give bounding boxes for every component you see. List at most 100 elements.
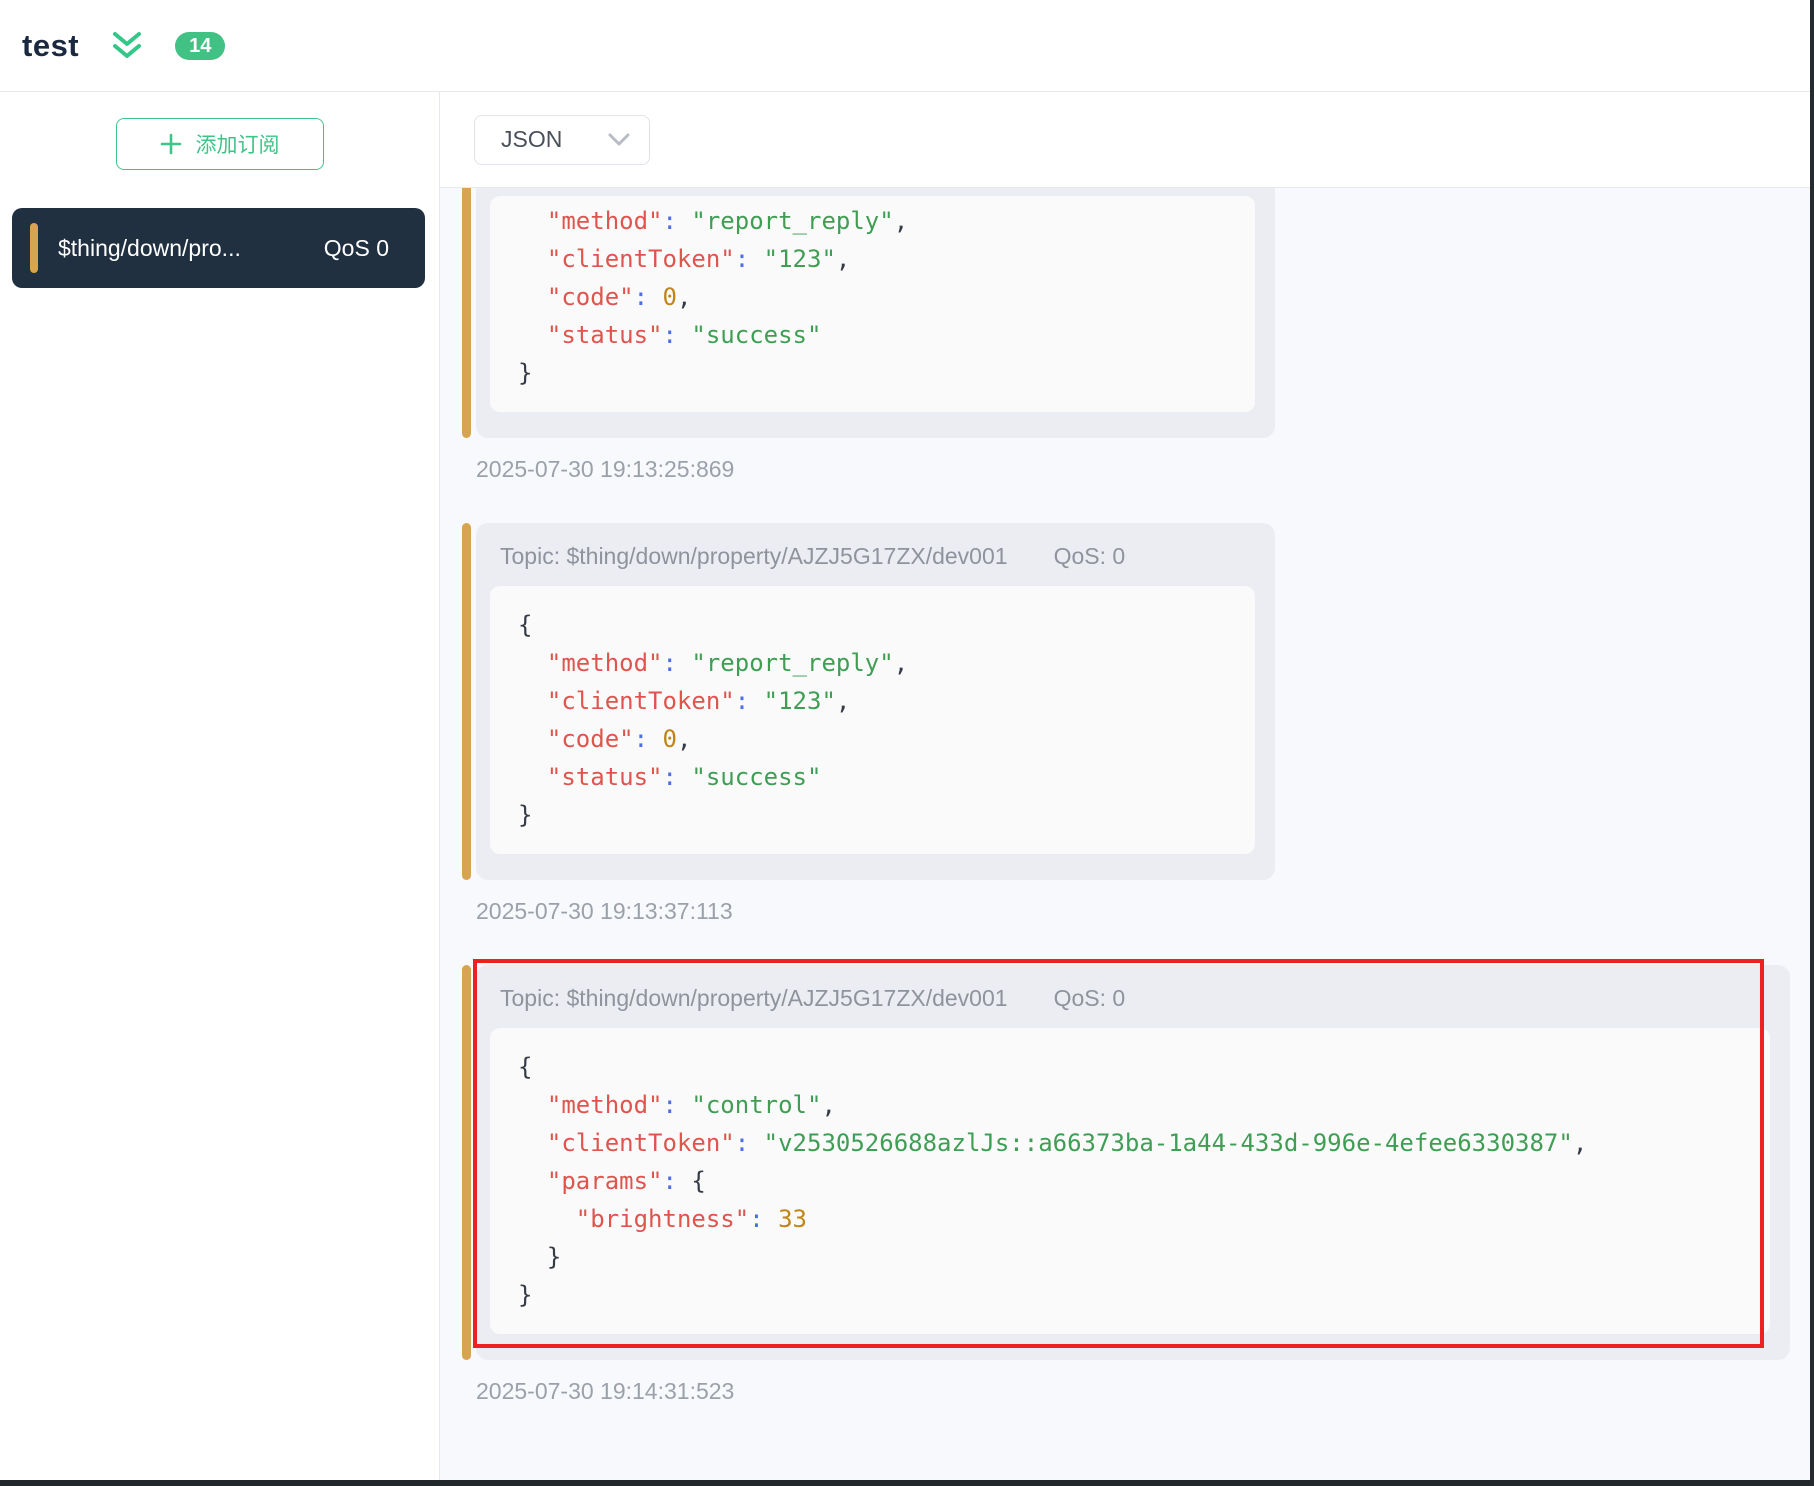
token-colon: : — [633, 283, 663, 311]
token-punc: { — [518, 1053, 533, 1081]
message-qos: QoS: 0 — [1053, 543, 1126, 569]
token-key: "method" — [546, 649, 663, 677]
code-line: "brightness": 33 — [518, 1200, 1742, 1238]
token-key: "method" — [546, 1091, 663, 1119]
token-str: "123" — [763, 245, 836, 273]
token-key: "clientToken" — [546, 1129, 735, 1157]
message-card[interactable]: Topic: $thing/down/property/AJZJ5G17ZX/d… — [462, 523, 1275, 880]
subscription-color-bar — [30, 223, 38, 273]
subscription-topic: $thing/down/pro... — [58, 234, 241, 261]
main-row: 添加订阅 $thing/down/pro... QoS 0 JSON "meth… — [0, 92, 1814, 1480]
message-card[interactable]: "method": "report_reply", "clientToken":… — [462, 188, 1275, 438]
add-subscription-button[interactable]: 添加订阅 — [115, 118, 324, 170]
plus-icon — [160, 133, 182, 155]
token-num: 33 — [778, 1205, 807, 1233]
payload-code-block: "method": "report_reply", "clientToken":… — [490, 196, 1255, 412]
code-line: "method": "report_reply", — [518, 644, 1227, 682]
code-line: } — [518, 796, 1227, 834]
payload-code-block: { "method": "control", "clientToken": "v… — [490, 1028, 1770, 1334]
message-timestamp: 2025-07-30 19:14:31:523 — [476, 1378, 735, 1404]
collapse-double-chevron-icon[interactable] — [109, 30, 145, 62]
token-punc: { — [518, 611, 533, 639]
token-punc: , — [676, 725, 692, 753]
token-key: "status" — [546, 321, 663, 349]
token-colon: : — [662, 763, 692, 791]
message-card-header: Topic: $thing/down/property/AJZJ5G17ZX/d… — [476, 523, 1275, 586]
token-str: "report_reply" — [691, 649, 894, 677]
message-topic: Topic: $thing/down/property/AJZJ5G17ZX/d… — [500, 985, 1008, 1011]
token-colon: : — [662, 321, 692, 349]
token-punc: , — [893, 649, 909, 677]
token-punc: } — [546, 1243, 562, 1271]
subscriptions-sidebar: 添加订阅 $thing/down/pro... QoS 0 — [0, 92, 440, 1480]
subscription-qos: QoS 0 — [323, 234, 389, 261]
token-key: "method" — [546, 207, 663, 235]
message-count-badge: 14 — [175, 31, 226, 60]
chevron-down-icon — [607, 132, 631, 148]
token-colon: : — [662, 649, 692, 677]
message-timestamp: 2025-07-30 19:13:37:113 — [476, 898, 733, 924]
message-card-header: Topic: $thing/down/property/AJZJ5G17ZX/d… — [476, 965, 1790, 1028]
token-key: "brightness" — [575, 1205, 750, 1233]
code-line: "clientToken": "v2530526688azlJs::a66373… — [518, 1124, 1742, 1162]
token-colon: : — [662, 1091, 692, 1119]
code-line: "clientToken": "123", — [518, 682, 1227, 720]
code-line: "code": 0, — [518, 278, 1227, 316]
token-str: "success" — [691, 321, 822, 349]
token-num: 0 — [662, 725, 677, 753]
message-accent-bar — [462, 965, 471, 1360]
token-str: "success" — [691, 763, 822, 791]
code-line: { — [518, 606, 1227, 644]
code-line: } — [518, 354, 1227, 392]
message-card[interactable]: Topic: $thing/down/property/AJZJ5G17ZX/d… — [462, 959, 1790, 1360]
token-key: "clientToken" — [546, 687, 735, 715]
token-str: "123" — [763, 687, 836, 715]
message-card-body: Topic: $thing/down/property/AJZJ5G17ZX/d… — [476, 523, 1275, 880]
message-accent-bar — [462, 523, 471, 880]
code-line: } — [518, 1238, 1742, 1276]
code-line: "method": "control", — [518, 1086, 1742, 1124]
payload-toolbar: JSON — [440, 92, 1814, 188]
message-timestamp: 2025-07-30 19:13:25:869 — [476, 456, 735, 482]
message-qos: QoS: 0 — [1053, 985, 1126, 1011]
token-colon: : — [734, 245, 764, 273]
token-punc: , — [821, 1091, 836, 1119]
token-punc: , — [893, 207, 909, 235]
token-key: "code" — [546, 725, 634, 753]
code-line: { — [518, 1048, 1742, 1086]
token-key: "params" — [546, 1167, 663, 1195]
window-right-edge — [1810, 0, 1814, 1486]
token-str: "control" — [691, 1091, 822, 1119]
connection-header: test 14 — [0, 0, 1814, 92]
code-line: "code": 0, — [518, 720, 1227, 758]
message-accent-bar — [462, 188, 471, 438]
token-key: "code" — [546, 283, 634, 311]
token-colon: : — [734, 1129, 764, 1157]
code-line: "method": "report_reply", — [518, 202, 1227, 240]
token-punc: { — [691, 1167, 706, 1195]
message-feed[interactable]: "method": "report_reply", "clientToken":… — [440, 188, 1814, 1480]
subscription-item[interactable]: $thing/down/pro... QoS 0 — [12, 208, 425, 288]
window-bottom-edge — [0, 1480, 1814, 1486]
add-subscription-label: 添加订阅 — [195, 134, 280, 157]
message-panel: JSON "method": "report_reply", "clientTo… — [440, 92, 1814, 1480]
token-num: 0 — [662, 283, 677, 311]
payload-format-select[interactable]: JSON — [474, 114, 650, 165]
code-line: "clientToken": "123", — [518, 240, 1227, 278]
token-colon: : — [749, 1205, 779, 1233]
message-topic: Topic: $thing/down/property/AJZJ5G17ZX/d… — [500, 543, 1008, 569]
app-window: test 14 添加订阅 $thing/down/pro... QoS 0 JS… — [0, 0, 1814, 1486]
code-line: } — [518, 1276, 1742, 1314]
token-punc: , — [1572, 1129, 1588, 1157]
